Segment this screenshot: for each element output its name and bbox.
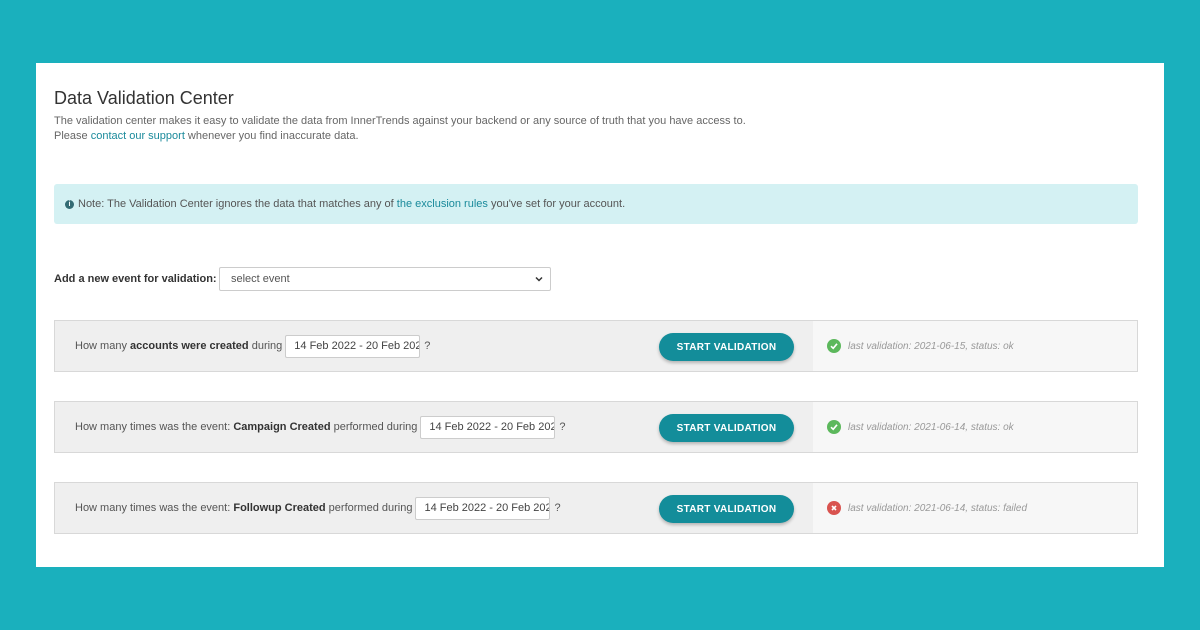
validation-row: How many accounts were created during 14 … bbox=[54, 320, 1138, 372]
checkmark-icon bbox=[827, 339, 841, 353]
chevron-down-icon bbox=[535, 276, 543, 282]
description-prefix: Please bbox=[54, 130, 91, 142]
validation-question-area: How many times was the event: Campaign C… bbox=[55, 402, 813, 452]
date-range-input[interactable]: 14 Feb 2022 - 20 Feb 2022 bbox=[285, 334, 421, 358]
add-event-row: Add a new event for validation: select e… bbox=[54, 267, 551, 291]
question-suffix: performed during bbox=[325, 502, 413, 514]
contact-support-link[interactable]: contact our support bbox=[91, 130, 185, 142]
exclusion-note: i Note: The Validation Center ignores th… bbox=[54, 184, 1138, 224]
note-suffix: you've set for your account. bbox=[487, 198, 626, 210]
note-prefix: Note: The Validation Center ignores the … bbox=[78, 198, 397, 210]
checkmark-icon bbox=[827, 420, 841, 434]
question-prefix: How many bbox=[75, 340, 131, 352]
question-subject: Campaign Created bbox=[233, 421, 331, 433]
question-subject: accounts were created bbox=[130, 340, 249, 352]
validation-status-area: last validation: 2021-06-14, status: ok bbox=[813, 402, 1137, 452]
validation-row: How many times was the event: Campaign C… bbox=[54, 401, 1138, 453]
date-range-input[interactable]: 14 Feb 2022 - 20 Feb 2022 bbox=[415, 496, 551, 520]
question-prefix: How many times was the event: bbox=[75, 421, 234, 433]
info-icon: i bbox=[65, 199, 74, 209]
question-mark: ? bbox=[554, 502, 561, 514]
validation-question-area: How many accounts were created during 14 … bbox=[55, 321, 813, 371]
add-event-label: Add a new event for validation: bbox=[54, 273, 217, 285]
validation-status-text: last validation: 2021-06-14, status: ok bbox=[848, 421, 1014, 433]
question-suffix: performed during bbox=[330, 421, 418, 433]
validation-question: How many times was the event: Campaign C… bbox=[75, 402, 566, 452]
validation-question: How many times was the event: Followup C… bbox=[75, 483, 561, 533]
validation-status-area: last validation: 2021-06-14, status: fai… bbox=[813, 483, 1137, 533]
error-x-icon bbox=[827, 501, 841, 515]
page-description: The validation center makes it easy to v… bbox=[54, 114, 746, 144]
validation-status-area: last validation: 2021-06-15, status: ok bbox=[813, 321, 1137, 371]
validation-status-text: last validation: 2021-06-14, status: fai… bbox=[848, 502, 1027, 514]
start-validation-button[interactable]: START VALIDATION bbox=[659, 333, 794, 361]
start-validation-button[interactable]: START VALIDATION bbox=[659, 414, 794, 442]
description-suffix: whenever you find inaccurate data. bbox=[184, 130, 359, 142]
validation-status: last validation: 2021-06-15, status: ok bbox=[827, 321, 1014, 371]
question-prefix: How many times was the event: bbox=[75, 502, 234, 514]
start-validation-button[interactable]: START VALIDATION bbox=[659, 495, 794, 523]
validation-status: last validation: 2021-06-14, status: ok bbox=[827, 402, 1014, 452]
date-range-input[interactable]: 14 Feb 2022 - 20 Feb 2022 bbox=[420, 415, 556, 439]
validation-question-area: How many times was the event: Followup C… bbox=[55, 483, 813, 533]
validation-status-text: last validation: 2021-06-15, status: ok bbox=[848, 340, 1014, 352]
validation-question: How many accounts were created during 14 … bbox=[75, 321, 430, 371]
question-mark: ? bbox=[424, 340, 431, 352]
validation-status: last validation: 2021-06-14, status: fai… bbox=[827, 483, 1027, 533]
description-line-1: The validation center makes it easy to v… bbox=[54, 115, 746, 127]
page-title: Data Validation Center bbox=[54, 88, 234, 108]
exclusion-rules-link[interactable]: the exclusion rules bbox=[397, 198, 488, 210]
question-mark: ? bbox=[559, 421, 566, 433]
question-subject: Followup Created bbox=[233, 502, 326, 514]
validation-panel: Data Validation Center The validation ce… bbox=[36, 63, 1164, 567]
question-suffix: during bbox=[248, 340, 283, 352]
validation-row: How many times was the event: Followup C… bbox=[54, 482, 1138, 534]
description-line-2: Please contact our support whenever you … bbox=[54, 129, 746, 144]
event-select[interactable]: select event bbox=[219, 267, 551, 291]
event-select-value: select event bbox=[231, 273, 290, 285]
